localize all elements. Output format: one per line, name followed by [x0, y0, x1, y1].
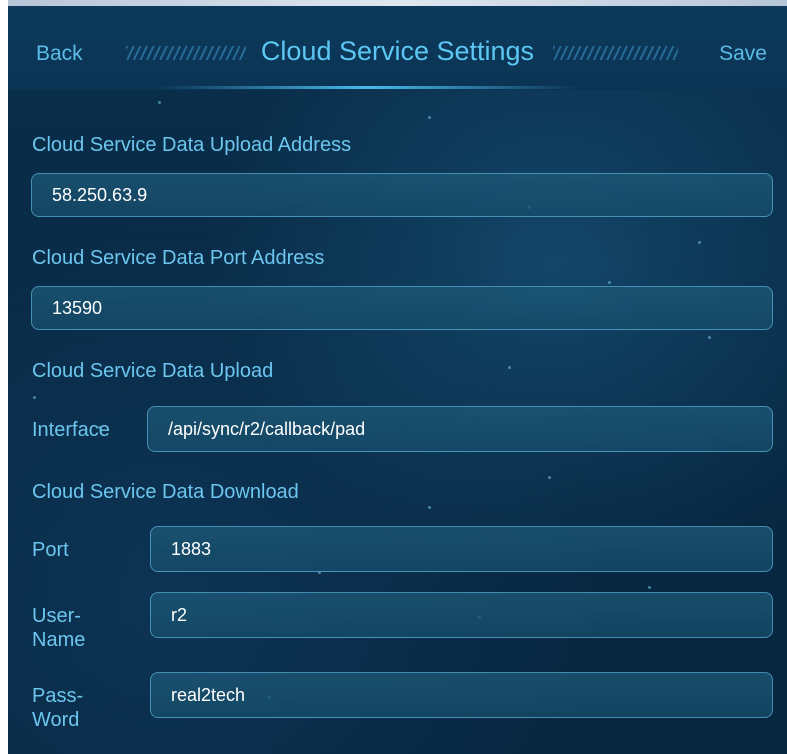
save-button[interactable]: Save [719, 42, 767, 66]
password-label-line2: Word [32, 709, 80, 731]
settings-screen: Back Cloud Service Settings Save Cloud S… [8, 6, 787, 754]
username-label: User- Name [32, 604, 85, 652]
upload-address-input[interactable]: 58.250.63.9 [31, 173, 773, 217]
interface-label: Interface [32, 419, 110, 441]
upload-address-label: Cloud Service Data Upload Address [32, 134, 352, 156]
password-label: Pass- Word [32, 684, 83, 732]
interface-input[interactable]: /api/sync/r2/callback/pad [147, 406, 773, 452]
port-label: Port [32, 539, 69, 561]
username-input[interactable]: r2 [150, 592, 773, 638]
header-bar: Back Cloud Service Settings Save [8, 6, 787, 90]
port-address-label: Cloud Service Data Port Address [32, 247, 325, 269]
username-label-line1: User- [32, 605, 81, 627]
title-decoration-right [553, 46, 678, 60]
header-glow-line [158, 86, 578, 89]
username-label-line2: Name [32, 629, 86, 651]
download-port-input[interactable]: 1883 [150, 526, 773, 572]
upload-section-label: Cloud Service Data Upload [32, 360, 274, 382]
left-margin [0, 0, 8, 754]
port-address-input[interactable]: 13590 [31, 286, 773, 330]
password-input[interactable]: real2tech [150, 672, 773, 718]
password-label-line1: Pass- [32, 685, 84, 707]
download-section-label: Cloud Service Data Download [32, 481, 299, 503]
